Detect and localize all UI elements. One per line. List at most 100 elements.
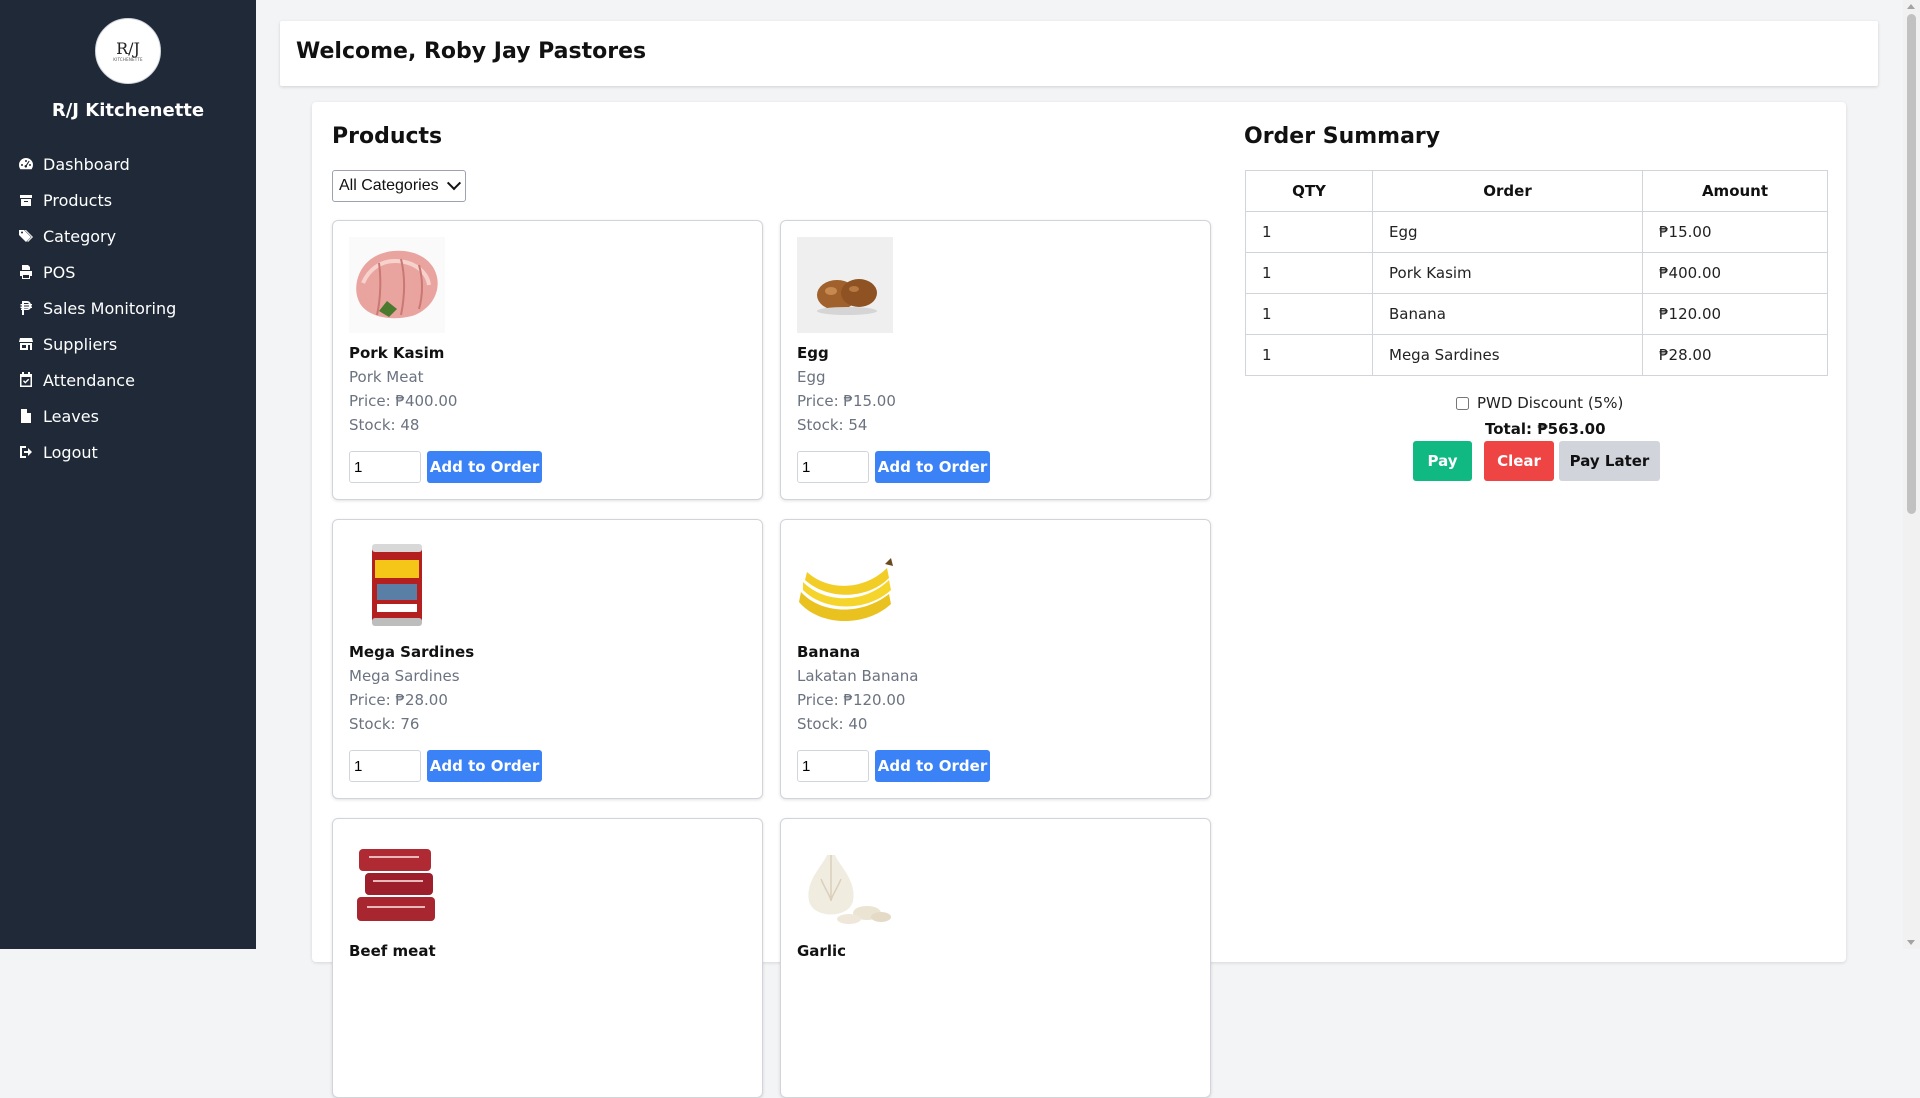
sidebar-item-attendance[interactable]: Attendance [18, 362, 176, 398]
brand-logo: R/J KITCHENETTE [95, 18, 161, 84]
scrollbar-thumb[interactable] [1907, 14, 1916, 514]
sidebar-item-logout[interactable]: Logout [18, 434, 176, 470]
product-stock: Stock: 76 [349, 715, 420, 733]
product-card: Garlic [780, 818, 1211, 1098]
calendar-check-icon [20, 372, 32, 387]
product-description: Lakatan Banana [797, 667, 919, 685]
product-description: Mega Sardines [349, 667, 460, 685]
sidebar-item-label: Suppliers [43, 334, 118, 354]
sidebar-item-pos[interactable]: POS [18, 254, 176, 290]
table-row: 1 Mega Sardines ₱28.00 [1245, 334, 1828, 376]
product-price: Price: ₱15.00 [797, 392, 896, 410]
category-filter-select[interactable]: All Categories [332, 170, 466, 202]
row-amount: ₱15.00 [1642, 211, 1828, 253]
sidebar-item-label: Products [43, 190, 113, 210]
logo-monogram: R/J [116, 38, 140, 58]
quantity-input[interactable] [349, 451, 421, 483]
clear-button[interactable]: Clear [1484, 441, 1554, 481]
order-summary-title: Order Summary [1244, 124, 1441, 149]
product-price: Price: ₱120.00 [797, 691, 906, 709]
product-image-sardines [349, 536, 445, 632]
table-row: 1 Pork Kasim ₱400.00 [1245, 252, 1828, 294]
product-name: Garlic [797, 942, 847, 960]
row-amount: ₱28.00 [1642, 334, 1828, 376]
sidebar-item-label: Category [43, 226, 117, 246]
pwd-discount-label: PWD Discount (5%) [1477, 394, 1624, 412]
product-image-egg [797, 237, 893, 333]
product-image-banana [797, 536, 893, 632]
product-stock: Stock: 48 [349, 416, 420, 434]
quantity-input[interactable] [797, 451, 869, 483]
welcome-title: Welcome, Roby Jay Pastores [296, 39, 647, 64]
column-header-amount: Amount [1642, 170, 1828, 212]
sidebar-item-dashboard[interactable]: Dashboard [18, 146, 176, 182]
tags-icon [19, 230, 33, 242]
product-description: Pork Meat [349, 368, 424, 386]
sidebar-nav: Dashboard Products Category POS Sales Mo… [18, 146, 176, 470]
column-header-qty: QTY [1245, 170, 1373, 212]
pay-button[interactable]: Pay [1413, 441, 1472, 481]
product-card: Banana Lakatan Banana Price: ₱120.00 Sto… [780, 519, 1211, 799]
product-price: Price: ₱28.00 [349, 691, 448, 709]
store-icon [19, 338, 33, 350]
add-to-order-button[interactable]: Add to Order [427, 451, 542, 483]
pay-later-button[interactable]: Pay Later [1559, 441, 1660, 481]
product-description: Egg [797, 368, 826, 386]
scroll-down-icon[interactable] [1907, 940, 1915, 945]
row-qty: 1 [1245, 334, 1373, 376]
product-image-pork [349, 237, 445, 333]
chevron-down-icon [446, 176, 462, 191]
pwd-discount-checkbox[interactable] [1456, 396, 1469, 410]
row-order: Banana [1372, 293, 1643, 335]
sidebar: R/J KITCHENETTE R/J Kitchenette Dashboar… [0, 0, 256, 949]
sidebar-item-label: Dashboard [43, 154, 130, 174]
product-stock: Stock: 40 [797, 715, 868, 733]
sidebar-item-label: Logout [43, 442, 98, 462]
scroll-up-icon[interactable] [1907, 4, 1915, 9]
table-row: 1 Egg ₱15.00 [1245, 211, 1828, 253]
product-card: Mega Sardines Mega Sardines Price: ₱28.0… [332, 519, 763, 799]
product-name: Beef meat [349, 942, 436, 960]
sidebar-item-category[interactable]: Category [18, 218, 176, 254]
sidebar-item-label: Attendance [43, 370, 135, 390]
row-qty: 1 [1245, 252, 1373, 294]
row-qty: 1 [1245, 293, 1373, 335]
logout-icon [20, 446, 32, 458]
add-to-order-button[interactable]: Add to Order [875, 451, 990, 483]
table-row: 1 Banana ₱120.00 [1245, 293, 1828, 335]
product-stock: Stock: 54 [797, 416, 868, 434]
products-title: Products [332, 124, 443, 149]
order-total: Total: ₱563.00 [1485, 420, 1606, 438]
sidebar-item-leaves[interactable]: Leaves [18, 398, 176, 434]
column-header-order: Order [1372, 170, 1643, 212]
product-name: Mega Sardines [349, 643, 475, 661]
sidebar-item-products[interactable]: Products [18, 182, 176, 218]
table-header-row: QTY Order Amount [1245, 170, 1828, 212]
sidebar-item-suppliers[interactable]: Suppliers [18, 326, 176, 362]
product-card: Pork Kasim Pork Meat Price: ₱400.00 Stoc… [332, 220, 763, 500]
row-amount: ₱400.00 [1642, 252, 1828, 294]
add-to-order-button[interactable]: Add to Order [427, 750, 542, 782]
order-table: QTY Order Amount 1 Egg ₱15.00 1 Pork Kas… [1245, 170, 1828, 376]
row-order: Egg [1372, 211, 1643, 253]
row-order: Mega Sardines [1372, 334, 1643, 376]
pwd-discount-option[interactable]: PWD Discount (5%) [1456, 394, 1623, 412]
sidebar-item-sales-monitoring[interactable]: Sales Monitoring [18, 290, 176, 326]
logo-caption: KITCHENETTE [113, 56, 143, 62]
quantity-input[interactable] [797, 750, 869, 782]
box-icon [20, 195, 32, 206]
file-icon [21, 409, 31, 423]
peso-icon [20, 301, 32, 315]
page-scrollbar[interactable] [1903, 0, 1920, 949]
row-amount: ₱120.00 [1642, 293, 1828, 335]
sidebar-item-label: Leaves [43, 406, 99, 426]
product-name: Pork Kasim [349, 344, 445, 362]
product-name: Egg [797, 344, 829, 362]
quantity-input[interactable] [349, 750, 421, 782]
sidebar-item-label: POS [43, 262, 76, 282]
dashboard-icon [19, 158, 33, 170]
add-to-order-button[interactable]: Add to Order [875, 750, 990, 782]
category-filter-value: All Categories [339, 177, 439, 194]
welcome-header: Welcome, Roby Jay Pastores [280, 21, 1878, 86]
brand-name: R/J Kitchenette [51, 100, 205, 121]
